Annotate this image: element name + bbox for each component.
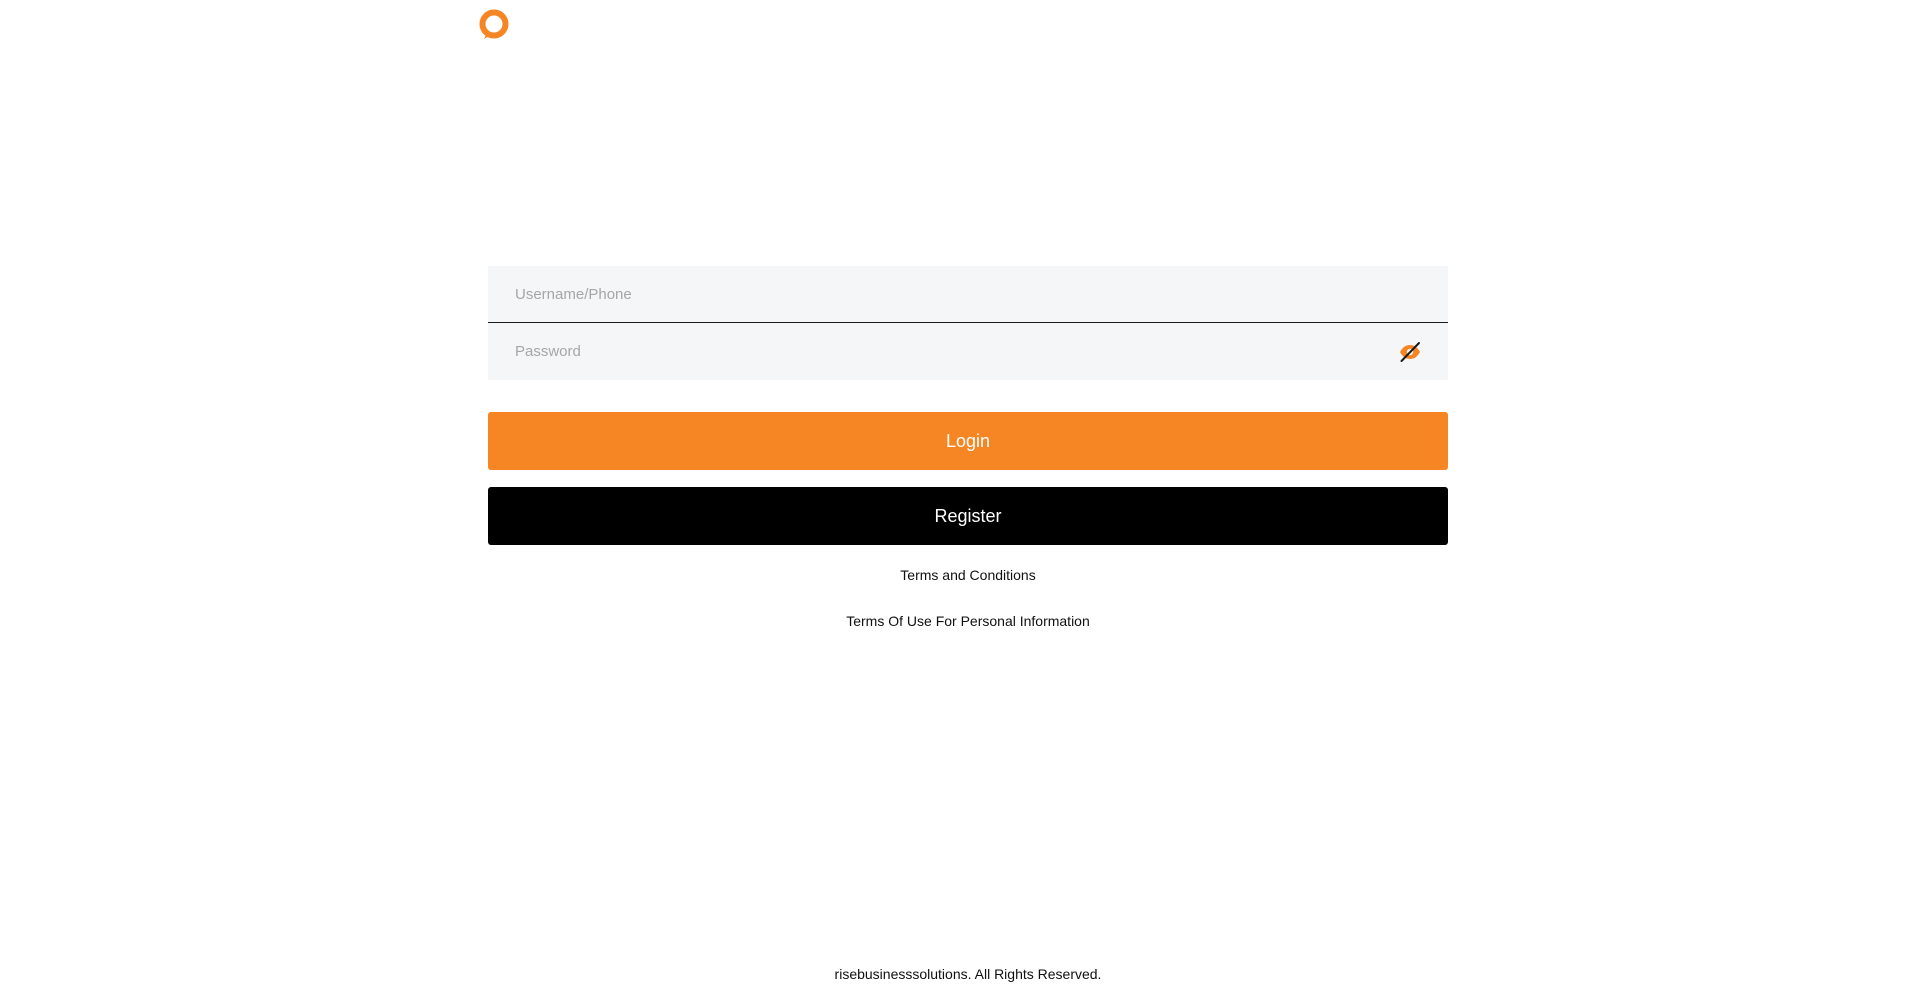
password-field (488, 323, 1448, 380)
eye-slash-icon[interactable] (1398, 340, 1422, 364)
username-input[interactable] (488, 266, 1448, 322)
login-page: Login Register Terms and Conditions Term… (0, 0, 1920, 993)
login-button[interactable]: Login (488, 412, 1448, 470)
password-input[interactable] (488, 323, 1448, 380)
login-form: Login Register Terms and Conditions Term… (488, 266, 1448, 629)
personal-information-terms-link[interactable]: Terms Of Use For Personal Information (488, 613, 1448, 629)
register-button[interactable]: Register (488, 487, 1448, 545)
footer-copyright: risebusinesssolutions. All Rights Reserv… (834, 966, 1102, 982)
username-field (488, 266, 1448, 323)
brand-logo-icon[interactable] (478, 9, 510, 41)
terms-and-conditions-link[interactable]: Terms and Conditions (488, 567, 1448, 583)
